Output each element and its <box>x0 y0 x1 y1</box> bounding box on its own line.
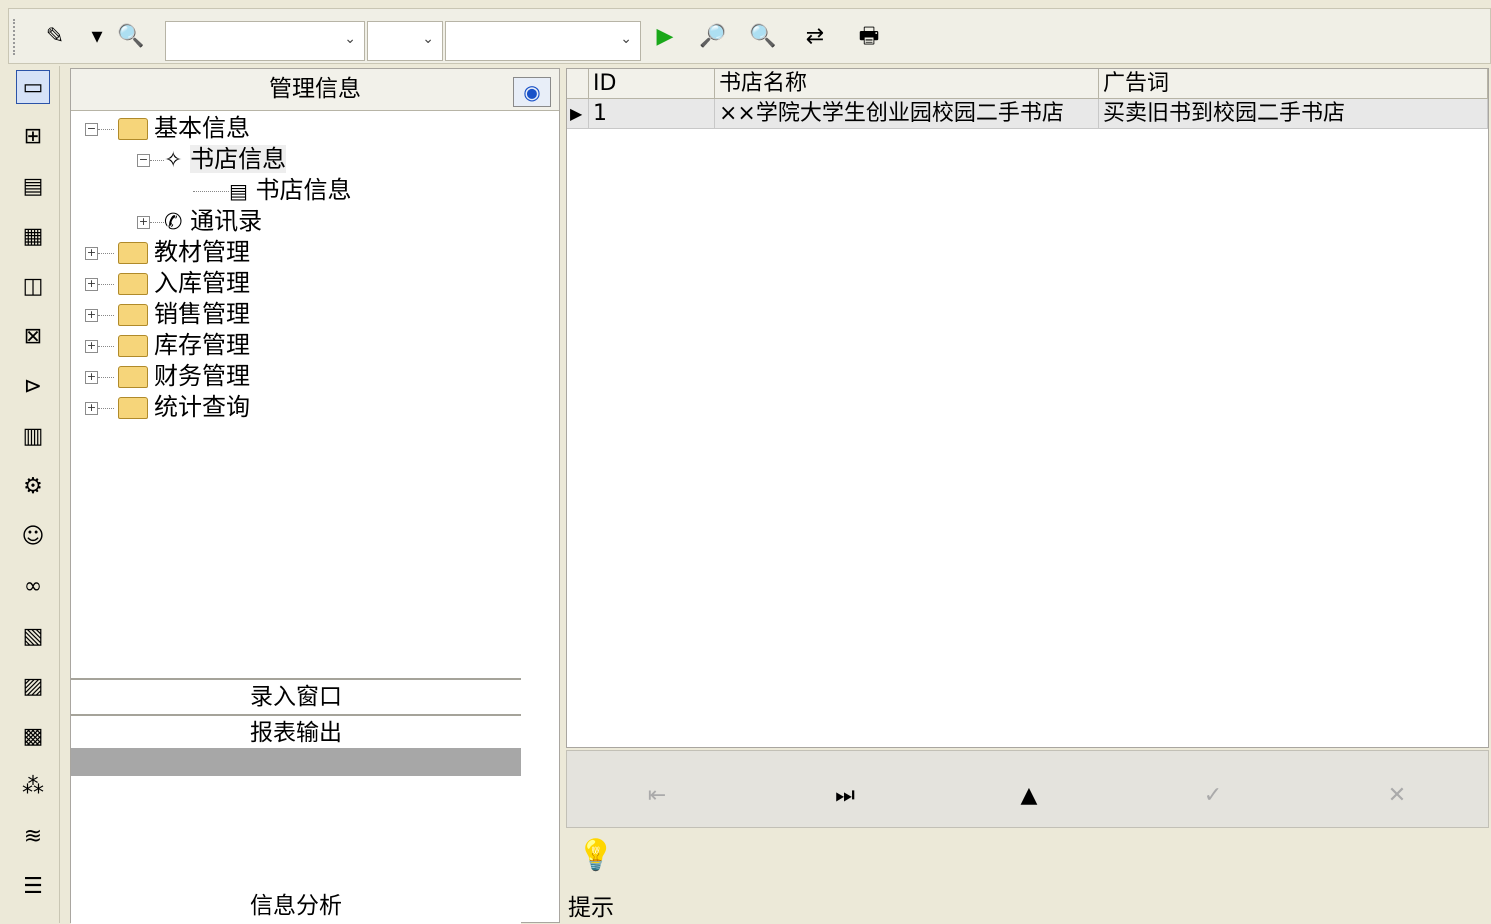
tree-label-bookstore-group: 书店信息 <box>190 145 287 173</box>
tree-label-inbound: 入库管理 <box>154 269 250 297</box>
folder-icon <box>118 304 148 326</box>
post-record-icon[interactable]: ✓ <box>1193 781 1233 811</box>
expand-icon[interactable]: + <box>85 246 98 260</box>
tree-label-basic: 基本信息 <box>154 114 250 142</box>
form-icon: ▤ <box>229 179 248 203</box>
form-icon[interactable]: ▤ <box>16 170 50 204</box>
refresh-icon[interactable]: ⇄ <box>801 23 829 51</box>
export-icon[interactable]: ⊳ <box>16 370 50 404</box>
expand-icon[interactable]: + <box>85 308 98 322</box>
cell-id[interactable]: 1 <box>589 99 715 129</box>
tag-icon: ✧ <box>164 148 183 173</box>
tree-node-bookstore-item[interactable]: ▤ 书店信息 <box>193 175 352 206</box>
column-header-name[interactable]: 书店名称 <box>715 69 1099 99</box>
filter-operator-combo[interactable]: ⌄ <box>367 21 443 61</box>
hint-button[interactable]: 💡 提示 <box>566 830 630 923</box>
cell-slogan[interactable]: 买卖旧书到校园二手书店 <box>1099 99 1488 129</box>
tree-node-contacts[interactable]: + ✆ 通讯录 <box>137 206 262 237</box>
report-output-tab[interactable]: 报表输出 <box>71 714 521 748</box>
data-grid: ID 书店名称 广告词 ▶ 1 ××学院大学生创业园校园二手书店 买卖旧书到校园… <box>566 68 1489 748</box>
folder-icon <box>118 242 148 264</box>
hint-label: 提示 <box>568 895 614 921</box>
expand-icon[interactable]: + <box>85 339 98 353</box>
grid-icon[interactable]: ⁂ <box>16 770 50 804</box>
window-icon[interactable]: ▭ <box>16 70 50 104</box>
folder-icon <box>118 397 148 419</box>
run-query-icon[interactable]: ▶ <box>651 23 679 51</box>
zoom-in-icon[interactable]: 🔎 <box>699 23 727 51</box>
network-icon[interactable]: ⊞ <box>16 120 50 154</box>
filter-field-combo[interactable]: ⌄ <box>165 21 365 61</box>
tree-label-bookstore-item: 书店信息 <box>255 176 352 204</box>
document-icon[interactable]: ▦ <box>16 220 50 254</box>
tree-label-stock: 库存管理 <box>154 331 250 359</box>
tree-node-basic[interactable]: − 基本信息 <box>85 113 250 144</box>
record-navigator: ⇤ ⏭ ▲ ✓ ✕ <box>566 750 1489 828</box>
expand-icon[interactable]: + <box>85 401 98 415</box>
magnifier-page-icon[interactable]: 🔍 <box>117 23 145 51</box>
main-toolbar: ✎ ▾ 🔍 ⌄ ⌄ ⌄ ▶ 🔎 🔍 ⇄ 🖶 <box>8 8 1491 64</box>
expand-icon[interactable]: + <box>85 370 98 384</box>
chevron-down-icon: ⌄ <box>344 31 356 47</box>
folder-icon <box>118 366 148 388</box>
nav-collapse-icon[interactable]: ◉ <box>513 77 551 107</box>
report-icon[interactable]: ▧ <box>16 620 50 654</box>
collapse-icon[interactable]: − <box>85 122 98 136</box>
stack-icon[interactable]: ≋ <box>16 820 50 854</box>
tree-label-sales: 销售管理 <box>154 300 250 328</box>
folder-icon <box>118 118 148 140</box>
collapse-icon[interactable]: − <box>137 153 150 167</box>
entry-window-tab[interactable]: 录入窗口 <box>71 678 521 714</box>
group-icon[interactable]: ∞ <box>16 570 50 604</box>
cancel-record-icon[interactable]: ✕ <box>1377 781 1417 811</box>
module-icon-strip: ▭ ⊞ ▤ ▦ ◫ ⊠ ⊳ ▥ ⚙ ☺ ∞ ▧ ▨ ▩ ⁂ ≋ ☰ <box>8 66 60 923</box>
tree-node-inbound[interactable]: + 入库管理 <box>85 268 250 299</box>
column-header-id[interactable]: ID <box>589 69 715 99</box>
import-icon[interactable]: ▩ <box>16 720 50 754</box>
expand-icon[interactable]: + <box>85 277 98 291</box>
folder-icon <box>118 273 148 295</box>
first-record-icon[interactable]: ⇤ <box>637 781 677 811</box>
tree-label-finance: 财务管理 <box>154 362 250 390</box>
toolbar-grip[interactable] <box>13 19 16 55</box>
filter-value-combo[interactable]: ⌄ <box>445 21 641 61</box>
chevron-down-icon: ⌄ <box>422 31 434 47</box>
file-search-icon[interactable]: ▨ <box>16 670 50 704</box>
navigation-panel: 管理信息 ◉ − 基本信息 − ✧ 书店信息 ▤ 书店信息 + ✆ 通讯录 + 教材管理… <box>70 68 560 924</box>
nav-title: 管理信息 <box>71 69 559 111</box>
selected-tab-bar[interactable] <box>71 748 521 776</box>
inbox-icon[interactable]: ⊠ <box>16 320 50 354</box>
pencil-icon[interactable]: ✎ <box>41 23 69 51</box>
tree-node-textbook[interactable]: + 教材管理 <box>85 237 250 268</box>
folder-icon <box>118 335 148 357</box>
address-book-icon: ✆ <box>164 210 183 235</box>
printer-icon[interactable]: 🖶 <box>855 23 883 51</box>
info-analysis-tab[interactable]: 信息分析 <box>71 889 521 924</box>
dropdown-arrow-icon[interactable]: ▾ <box>89 23 105 51</box>
list-icon[interactable]: ☰ <box>16 870 50 904</box>
settings-icon[interactable]: ⚙ <box>16 470 50 504</box>
tree-label-stats: 统计查询 <box>154 393 250 421</box>
tree-node-finance[interactable]: + 财务管理 <box>85 361 250 392</box>
tree-node-stats[interactable]: + 统计查询 <box>85 392 250 423</box>
insert-record-icon[interactable]: ▲ <box>1009 781 1049 811</box>
cell-name[interactable]: ××学院大学生创业园校园二手书店 <box>715 99 1099 129</box>
chart-icon[interactable]: ◫ <box>16 270 50 304</box>
last-record-icon[interactable]: ⏭ <box>825 781 865 811</box>
user-search-icon[interactable]: ☺ <box>16 520 50 554</box>
tree-label-textbook: 教材管理 <box>154 238 250 266</box>
chevron-down-icon: ⌄ <box>620 31 632 47</box>
tree-label-contacts: 通讯录 <box>190 207 263 235</box>
column-header-slogan[interactable]: 广告词 <box>1099 69 1488 99</box>
zoom-out-icon[interactable]: 🔍 <box>749 23 777 51</box>
lightbulb-icon: 💡 <box>577 838 615 873</box>
tree-node-sales[interactable]: + 销售管理 <box>85 299 250 330</box>
table-icon[interactable]: ▥ <box>16 420 50 454</box>
row-indicator-header <box>567 69 589 99</box>
tree-node-bookstore-group[interactable]: − ✧ 书店信息 <box>137 144 287 175</box>
expand-icon[interactable]: + <box>137 215 150 229</box>
tree-node-stock[interactable]: + 库存管理 <box>85 330 250 361</box>
current-row-icon[interactable]: ▶ <box>567 99 589 129</box>
